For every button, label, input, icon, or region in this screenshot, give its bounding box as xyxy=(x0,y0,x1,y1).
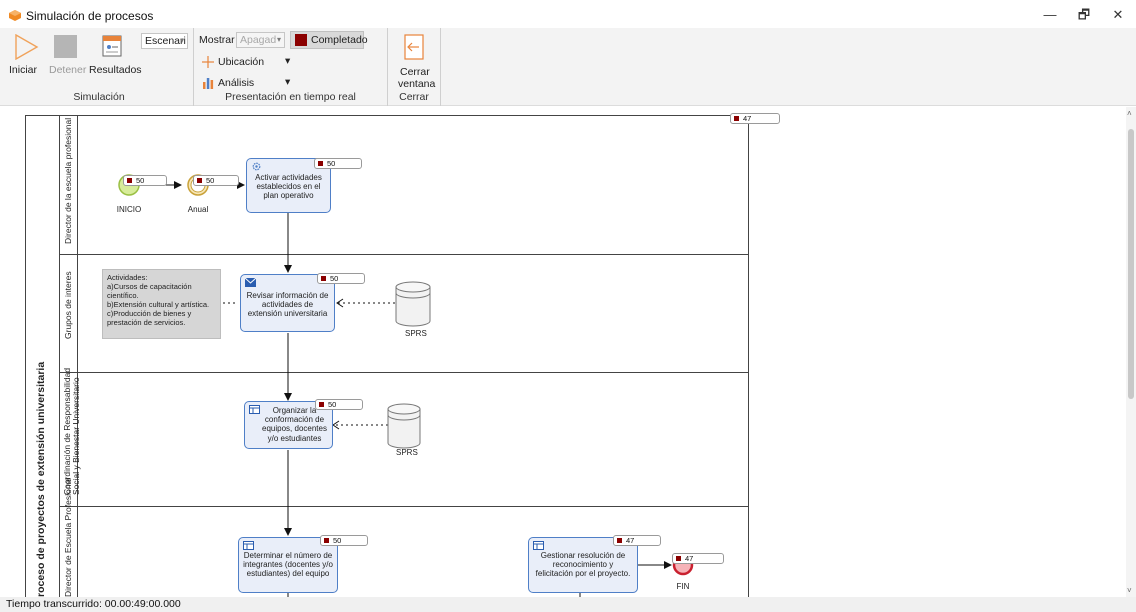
location-button[interactable]: Ubicación ▾ xyxy=(202,55,302,71)
show-value: Apagad xyxy=(240,34,277,46)
exit-door-icon xyxy=(404,34,424,60)
move-crosshair-icon xyxy=(202,56,214,68)
counter-marker-icon xyxy=(734,116,739,121)
counter-marker-icon xyxy=(318,161,323,166)
counter-value: 50 xyxy=(330,274,339,283)
diagram-canvas[interactable]: Proceso de proyectos de extensión univer… xyxy=(0,107,1136,597)
presentation-group-label: Presentación en tiempo real xyxy=(225,91,356,103)
show-select[interactable]: Apagad ▾ xyxy=(236,32,285,48)
task-counter: 50 xyxy=(314,158,362,169)
end-counter: 47 xyxy=(672,553,724,564)
task-counter: 50 xyxy=(317,273,365,284)
results-report-icon xyxy=(102,35,122,57)
completed-color-icon xyxy=(295,34,307,46)
start-label: Iniciar xyxy=(9,64,38,76)
title-bar: Simulación de procesos — 🗗 ✕ xyxy=(0,0,1136,28)
counter-marker-icon xyxy=(197,178,202,183)
elapsed-time: Tiempo transcurrido: 00.00:49:00.000 xyxy=(6,598,181,610)
scroll-down-icon[interactable]: ˅ xyxy=(1127,586,1132,595)
counter-marker-icon xyxy=(321,276,326,281)
counter-value: 47 xyxy=(743,114,752,123)
play-icon xyxy=(15,34,39,60)
counter-value: 50 xyxy=(328,400,337,409)
chevron-down-icon: ▾ xyxy=(285,55,291,67)
status-bar: Tiempo transcurrido: 00.00:49:00.000 xyxy=(0,597,1136,612)
task-counter: 50 xyxy=(315,399,363,410)
analysis-label: Análisis xyxy=(218,77,255,89)
scroll-up-icon[interactable]: ˄ xyxy=(1127,109,1132,118)
timer-event-label: Anual xyxy=(187,205,209,214)
restore-button[interactable]: 🗗 xyxy=(1074,6,1094,24)
close-group: Cerrar ventana Cerrar xyxy=(388,28,441,106)
stop-label: Detener xyxy=(49,64,87,76)
chevron-down-icon: ▾ xyxy=(179,36,184,45)
close-window-line2: ventana xyxy=(398,78,436,90)
task-label: Revisar información de actividades de ex… xyxy=(246,291,329,319)
table-icon xyxy=(533,541,544,550)
pool-counter: 47 xyxy=(730,113,780,124)
start-event-label: INICIO xyxy=(116,205,142,214)
results-button[interactable]: Resultados xyxy=(89,32,142,82)
chevron-down-icon: ▾ xyxy=(285,76,291,88)
bar-chart-icon xyxy=(203,78,214,89)
minimize-button[interactable]: — xyxy=(1040,6,1060,24)
gear-icon xyxy=(252,162,261,171)
datastore-label: SPRS xyxy=(405,329,427,338)
scroll-thumb[interactable] xyxy=(1128,129,1134,399)
close-window-button[interactable]: ✕ xyxy=(1108,6,1128,24)
task-counter: 50 xyxy=(320,535,368,546)
task-label: Determinar el número de integrantes (doc… xyxy=(243,551,333,579)
close-window-line1: Cerrar xyxy=(400,66,430,78)
completed-toggle[interactable]: Completado xyxy=(290,31,368,49)
stop-button[interactable]: Detener xyxy=(49,32,89,82)
location-label: Ubicación xyxy=(218,56,265,68)
analysis-button[interactable]: Análisis ▾ xyxy=(202,76,302,92)
timer-counter: 50 xyxy=(193,175,239,186)
table-icon xyxy=(243,541,254,550)
counter-marker-icon xyxy=(127,178,132,183)
counter-marker-icon xyxy=(676,556,681,561)
simulation-group-label: Simulación xyxy=(73,91,125,103)
counter-value: 50 xyxy=(136,176,145,185)
start-button[interactable]: Iniciar xyxy=(9,32,43,82)
close-window-ribbon-button[interactable]: Cerrar ventana xyxy=(388,32,441,90)
show-label: Mostrar xyxy=(199,34,235,46)
envelope-icon xyxy=(245,278,256,287)
counter-marker-icon xyxy=(617,538,622,543)
task-label: Gestionar resolución de reconocimiento y… xyxy=(535,551,631,579)
stop-icon xyxy=(54,35,77,58)
counter-marker-icon xyxy=(319,402,324,407)
task-label: Organizar la conformación de equipos, do… xyxy=(262,406,327,443)
datastore-icon[interactable] xyxy=(395,281,431,327)
window-title: Simulación de procesos xyxy=(26,9,154,23)
close-group-label: Cerrar xyxy=(399,91,429,103)
results-label: Resultados xyxy=(89,64,142,76)
counter-value: 50 xyxy=(333,536,342,545)
end-event-label: FIN xyxy=(676,582,690,591)
task-counter: 47 xyxy=(613,535,661,546)
start-counter: 50 xyxy=(123,175,167,186)
datastore-icon[interactable] xyxy=(387,403,421,449)
app-logo-icon xyxy=(9,10,21,21)
completed-label: Completado xyxy=(311,34,368,46)
scenario-select[interactable]: Escenari ▾ xyxy=(141,33,188,49)
vertical-scrollbar[interactable]: ˄ ˅ xyxy=(1126,107,1136,597)
table-icon xyxy=(249,405,260,414)
counter-value: 47 xyxy=(685,554,694,563)
connectors xyxy=(118,174,694,597)
counter-value: 50 xyxy=(206,176,215,185)
ribbon: Iniciar Detener Resultados Escenari ▾ Si… xyxy=(0,28,1136,106)
task-label: Activar actividades establecidos en el p… xyxy=(255,173,322,201)
text-annotation[interactable]: Actividades: a)Cursos de capacitación ci… xyxy=(102,269,221,339)
simulation-group: Iniciar Detener Resultados Escenari ▾ Si… xyxy=(5,28,194,106)
presentation-group: Mostrar Apagad ▾ Completado Ubicación ▾ … xyxy=(194,28,388,106)
counter-value: 47 xyxy=(626,536,635,545)
datastore-label: SPRS xyxy=(396,448,418,457)
counter-marker-icon xyxy=(324,538,329,543)
counter-value: 50 xyxy=(327,159,336,168)
chevron-down-icon: ▾ xyxy=(276,35,281,44)
